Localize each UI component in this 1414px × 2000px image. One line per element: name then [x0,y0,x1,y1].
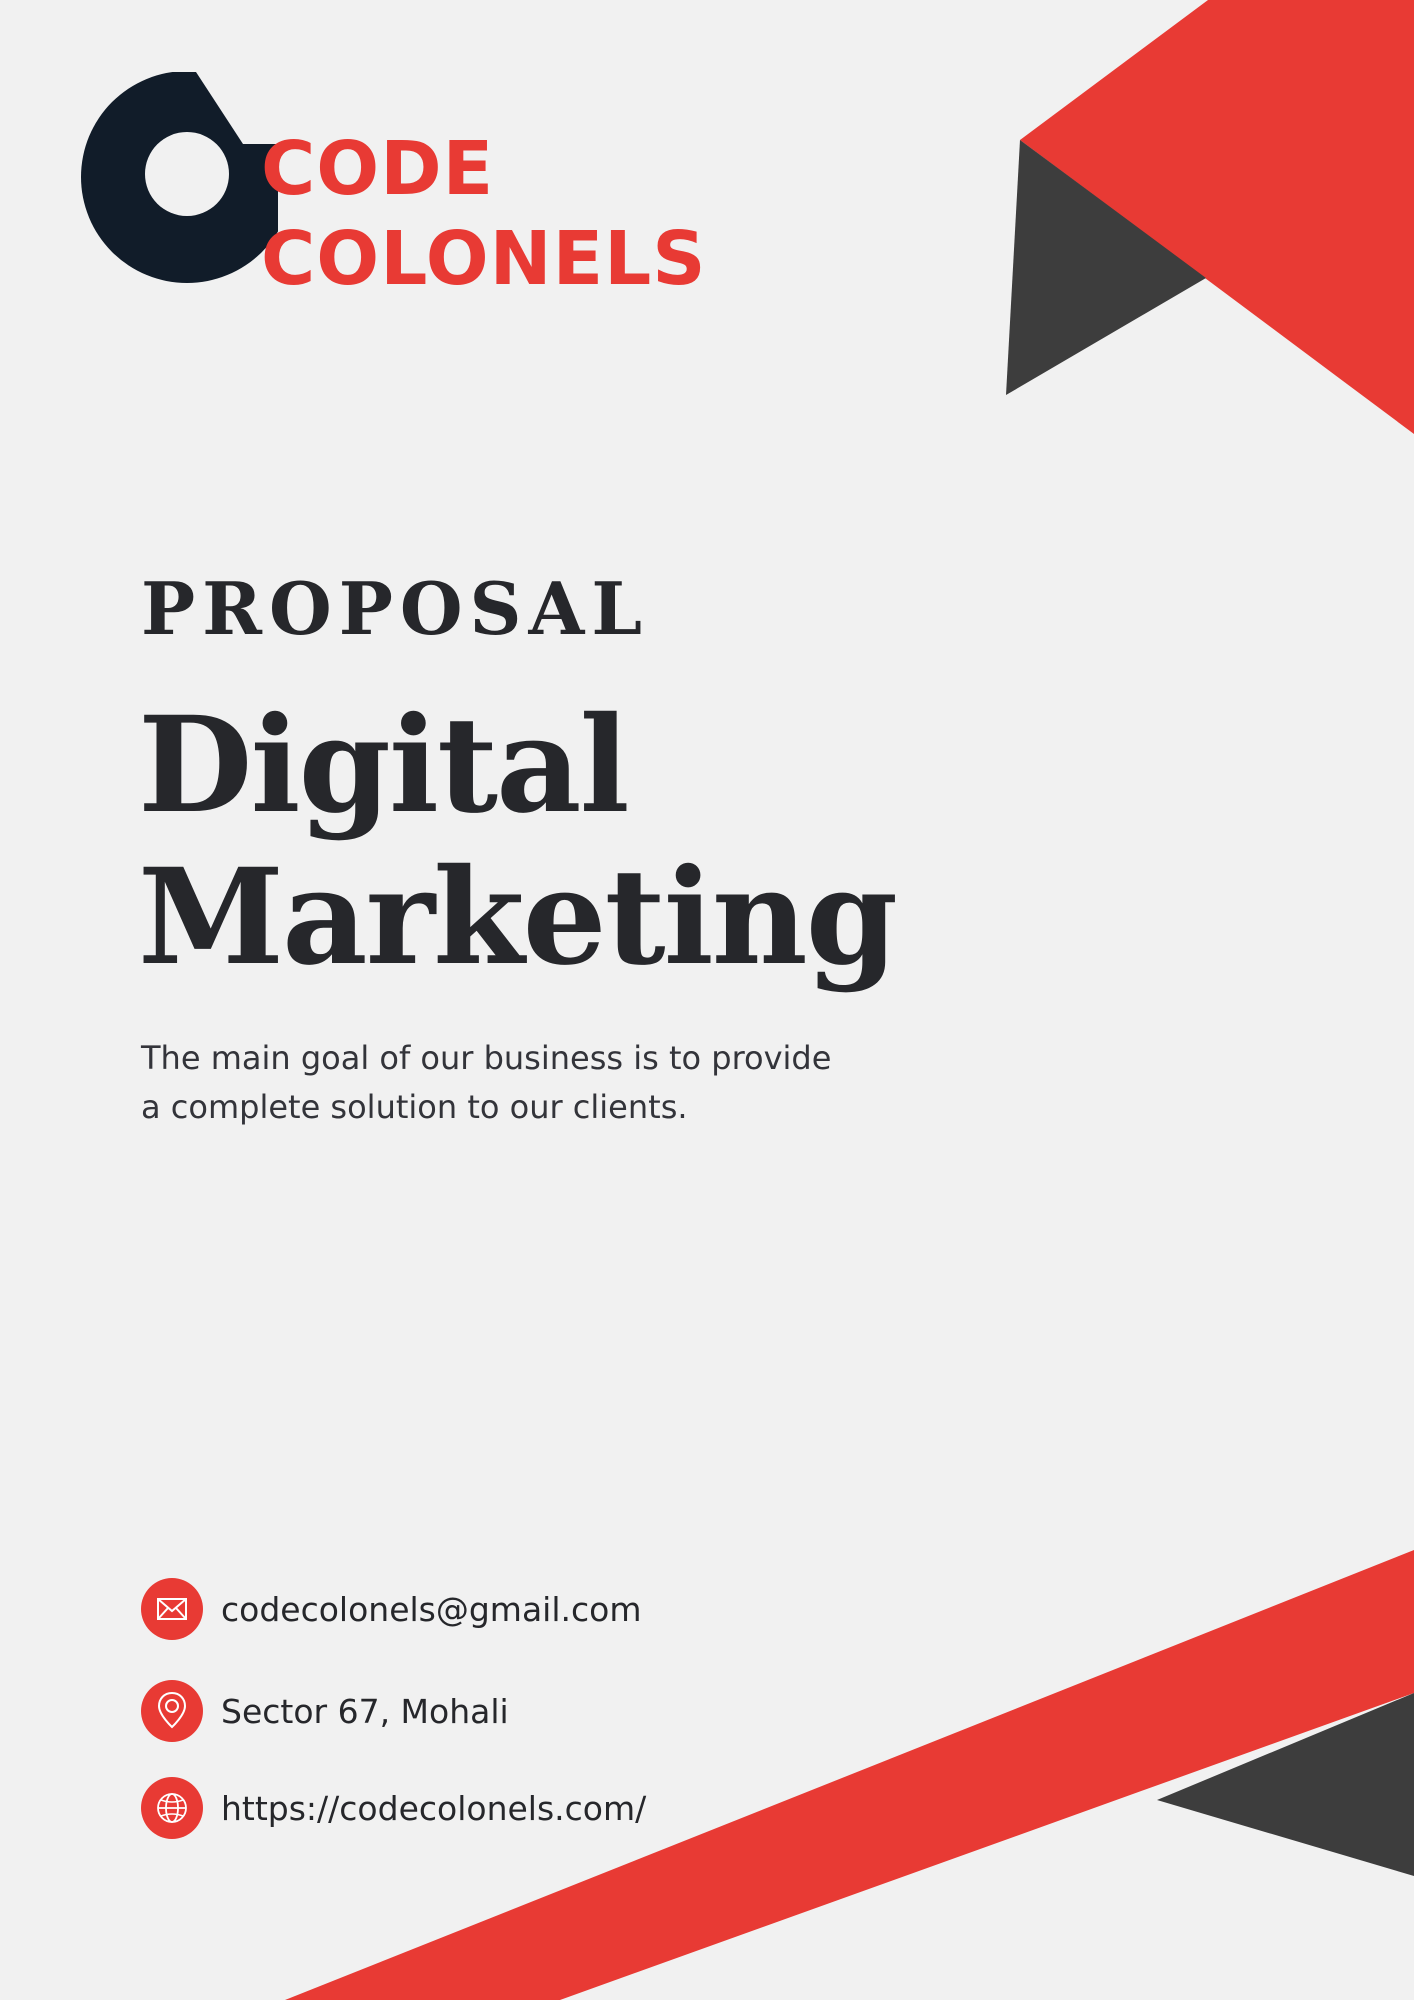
location-pin-icon [141,1680,203,1742]
contact-email: codecolonels@gmail.com [141,1578,641,1640]
contact-address: Sector 67, Mohali [141,1680,509,1742]
logo-ring-icon [81,72,278,283]
page-title: Digital Marketing [138,688,898,995]
title-line-2: Marketing [138,840,898,995]
contact-website-link[interactable]: https://codecolonels.com/ [221,1789,646,1828]
mail-icon [141,1578,203,1640]
brand-line-2: COLONELS [261,216,707,302]
brand-line-1: CODE [261,126,495,212]
brand-logo: CODE COLONELS [78,72,706,302]
contact-email-text[interactable]: codecolonels@gmail.com [221,1590,641,1629]
tagline: The main goal of our business is to prov… [141,1034,921,1132]
contact-website: https://codecolonels.com/ [141,1777,646,1839]
tagline-line-2: a complete solution to our clients. [141,1088,688,1126]
title-line-1: Digital [138,688,630,843]
tagline-line-1: The main goal of our business is to prov… [141,1039,832,1077]
contact-address-text: Sector 67, Mohali [221,1691,509,1731]
brand-wordmark: CODE COLONELS [261,124,707,304]
globe-icon [141,1777,203,1839]
document-type-label: PROPOSAL [141,566,650,651]
